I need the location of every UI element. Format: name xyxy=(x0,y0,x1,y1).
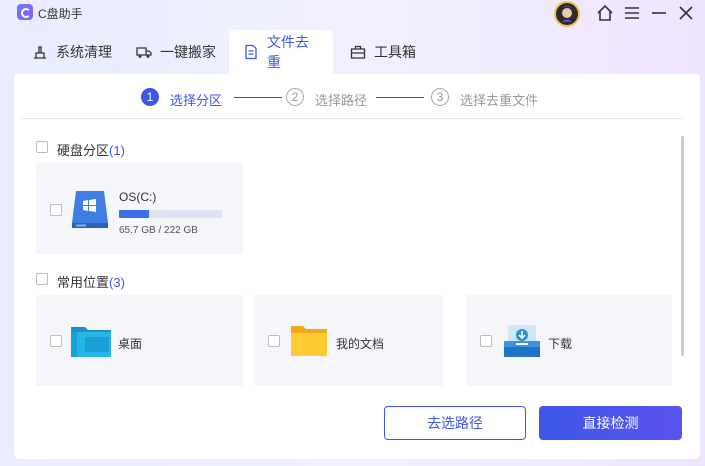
section-title-text: 常用位置 xyxy=(57,275,110,290)
location-label: 我的文档 xyxy=(336,337,385,351)
menu-icon[interactable] xyxy=(621,2,643,24)
minimize-icon[interactable] xyxy=(648,2,670,24)
drive-usage-bar xyxy=(119,210,222,218)
documents-folder-icon xyxy=(291,324,327,361)
location-card-desktop[interactable]: 桌面 xyxy=(36,295,243,386)
title-bar: C盘助手 xyxy=(0,0,705,28)
app-logo-icon xyxy=(17,4,33,20)
home-icon[interactable] xyxy=(594,2,616,24)
tab-system-clean[interactable]: 系统清理 xyxy=(18,30,126,74)
tab-file-dedupe[interactable]: 文件去重 xyxy=(229,30,333,74)
drive-size: 65.7 GB / 222 GB xyxy=(119,225,198,236)
user-avatar[interactable] xyxy=(550,0,584,28)
tab-label: 系统清理 xyxy=(56,44,112,60)
location-checkbox[interactable] xyxy=(268,335,280,347)
section-title-text: 硬盘分区 xyxy=(57,143,110,158)
tab-one-click-move[interactable]: 一键搬家 xyxy=(122,30,230,74)
common-section-title: 常用位置(3) xyxy=(57,272,125,291)
location-card-documents[interactable]: 我的文档 xyxy=(254,295,443,386)
step-2-label: 选择路径 xyxy=(315,93,368,108)
step-2-number: 2 xyxy=(286,88,304,106)
tab-label: 文件去重 xyxy=(267,34,309,70)
desktop-folder-icon xyxy=(71,325,111,362)
broom-icon xyxy=(32,44,48,60)
step-connector xyxy=(234,97,282,98)
choose-path-button[interactable]: 去选路径 xyxy=(384,406,526,440)
location-checkbox[interactable] xyxy=(50,335,62,347)
vertical-scrollbar[interactable] xyxy=(681,136,684,356)
tab-label: 一键搬家 xyxy=(160,44,216,60)
step-1-number: 1 xyxy=(141,88,159,106)
location-checkbox[interactable] xyxy=(480,335,492,347)
toolbox-icon xyxy=(350,44,366,60)
main-tabs: 系统清理 一键搬家 文件去重 工具箱 xyxy=(0,30,705,74)
section-count: (3) xyxy=(109,275,125,290)
drive-usage-fill xyxy=(119,210,150,218)
disk-section-checkbox[interactable] xyxy=(36,141,48,153)
drive-card-c[interactable]: OS(C:) 65.7 GB / 222 GB xyxy=(36,163,243,254)
step-1-label: 选择分区 xyxy=(170,93,223,108)
tab-toolbox[interactable]: 工具箱 xyxy=(336,30,430,74)
hard-drive-icon xyxy=(72,187,112,232)
close-icon[interactable] xyxy=(675,2,697,24)
step-3-number: 3 xyxy=(431,88,449,106)
step-3-label: 选择去重文件 xyxy=(460,93,539,108)
main-panel: 1 选择分区 2 选择路径 3 选择去重文件 硬盘分区(1) OS(C:) 65… xyxy=(14,74,700,459)
common-section-checkbox[interactable] xyxy=(36,273,48,285)
tab-label: 工具箱 xyxy=(374,44,416,60)
download-folder-icon xyxy=(504,323,540,362)
stepper-divider xyxy=(22,118,682,119)
drive-name: OS(C:) xyxy=(119,190,157,204)
drive-checkbox[interactable] xyxy=(50,204,62,216)
app-title: C盘助手 xyxy=(38,7,83,21)
stepper: 1 选择分区 2 选择路径 3 选择去重文件 xyxy=(14,84,700,110)
location-label: 桌面 xyxy=(118,337,143,351)
location-card-downloads[interactable]: 下载 xyxy=(466,295,672,386)
disk-section-title: 硬盘分区(1) xyxy=(57,140,125,159)
truck-icon xyxy=(136,44,152,60)
document-icon xyxy=(243,44,259,60)
section-count: (1) xyxy=(109,143,125,158)
location-label: 下载 xyxy=(548,337,573,351)
step-connector xyxy=(376,97,424,98)
direct-scan-button[interactable]: 直接检测 xyxy=(539,406,682,440)
